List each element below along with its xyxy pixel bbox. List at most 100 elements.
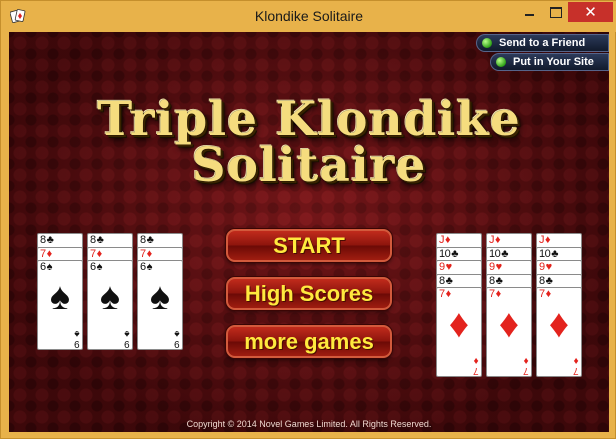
high-scores-button[interactable]: High Scores xyxy=(226,277,392,310)
playing-card[interactable]: 6♠ ♠ 9 ♠ xyxy=(37,260,83,350)
card-index: 6♠ xyxy=(90,261,103,273)
card-suit-icon: ♣ xyxy=(445,274,453,287)
card-index: 10♣ xyxy=(489,248,508,260)
card-index: J♦ xyxy=(439,234,451,246)
card-rank: 6 xyxy=(90,261,96,273)
more-games-button[interactable]: more games xyxy=(226,325,392,358)
green-dot-icon xyxy=(496,57,506,67)
card-index: 9♥ xyxy=(439,261,452,273)
card-suit-icon: ♦ xyxy=(146,247,153,260)
card-index: 7♦ xyxy=(439,288,451,300)
card-index: 7♦ xyxy=(539,288,551,300)
card-rank: 10 xyxy=(439,247,451,260)
card-rank: 7 xyxy=(90,247,96,260)
card-suit-icon: ♥ xyxy=(495,261,503,273)
card-center-suit-icon: ♠ xyxy=(99,276,121,318)
card-suit-icon: ♦ xyxy=(495,288,502,300)
card-rank: 7 xyxy=(140,247,146,260)
card-suit-icon: ♦ xyxy=(445,288,452,300)
playing-card[interactable]: 7♦ ♦ 7 ♦ xyxy=(486,287,532,377)
green-dot-icon xyxy=(482,38,492,48)
card-rank: 6 xyxy=(140,261,146,273)
card-index: 9♥ xyxy=(539,261,552,273)
card-rank: 9 xyxy=(539,261,545,273)
card-suit-icon: ♥ xyxy=(545,261,553,273)
card-center-suit-icon: ♦ xyxy=(498,302,520,346)
card-rank: J xyxy=(439,234,445,246)
card-rank: J xyxy=(489,234,495,246)
minimize-button[interactable] xyxy=(516,2,542,22)
card-index: J♦ xyxy=(489,234,501,246)
copyright-text: Copyright © 2014 Novel Games Limited. Al… xyxy=(186,419,432,429)
card-suit-icon: ♣ xyxy=(146,234,154,246)
playing-card[interactable]: 7♦ ♦ 7 ♦ xyxy=(536,287,582,377)
card-index: 6♠ xyxy=(140,261,153,273)
card-rank: 6 xyxy=(40,261,46,273)
card-index: 8♣ xyxy=(140,234,154,246)
card-suit-icon: ♣ xyxy=(46,234,54,246)
card-rank: 8 xyxy=(439,274,445,287)
maximize-button[interactable] xyxy=(542,2,568,22)
close-button[interactable]: ✕ xyxy=(568,2,613,22)
card-rank: 8 xyxy=(90,234,96,246)
card-index: 8♣ xyxy=(40,234,54,246)
card-rank: 7 xyxy=(489,288,495,300)
card-suit-icon: ♣ xyxy=(451,247,458,260)
card-rank: 7 xyxy=(40,247,46,260)
card-corner-index: 9 ♠ xyxy=(124,328,130,349)
title-bar[interactable]: Klondike Solitaire ✕ xyxy=(1,1,616,32)
card-rank: 10 xyxy=(539,247,551,260)
card-rank: 8 xyxy=(140,234,146,246)
put-in-site-label: Put in Your Site xyxy=(513,56,594,68)
send-to-friend-label: Send to a Friend xyxy=(499,37,586,49)
game-area: Send to a Friend Put in Your Site Triple… xyxy=(9,32,609,432)
card-index: J♦ xyxy=(539,234,551,246)
card-index: 7♦ xyxy=(40,248,52,260)
card-rank: 10 xyxy=(489,247,501,260)
card-center-suit-icon: ♠ xyxy=(49,276,71,318)
card-corner-index: 7 ♦ xyxy=(473,355,479,376)
card-rank: 7 xyxy=(439,288,445,300)
put-in-site-button[interactable]: Put in Your Site xyxy=(490,53,609,71)
card-corner-index: 7 ♦ xyxy=(523,355,529,376)
card-index: 6♠ xyxy=(40,261,53,273)
card-index: 9♥ xyxy=(489,261,502,273)
card-rank: 9 xyxy=(439,261,445,273)
card-index: 8♣ xyxy=(539,274,553,287)
start-button[interactable]: START xyxy=(226,229,392,262)
card-corner-index: 9 ♠ xyxy=(74,328,80,349)
card-suit-icon: ♣ xyxy=(545,274,553,287)
card-suit-icon: ♦ xyxy=(445,234,451,246)
card-corner-index: 9 ♠ xyxy=(174,328,180,349)
card-index: 8♣ xyxy=(489,274,503,287)
card-suit-icon: ♣ xyxy=(501,247,508,260)
card-suit-icon: ♦ xyxy=(545,234,551,246)
card-index: 10♣ xyxy=(539,248,558,260)
card-corner-index: 7 ♦ xyxy=(573,355,579,376)
game-window: Klondike Solitaire ✕ Send to a Friend Pu… xyxy=(0,0,616,439)
card-rank: 8 xyxy=(539,274,545,287)
card-suit-icon: ♠ xyxy=(46,261,53,273)
card-center-suit-icon: ♠ xyxy=(149,276,171,318)
playing-card[interactable]: 7♦ ♦ 7 ♦ xyxy=(436,287,482,377)
card-index: 10♣ xyxy=(439,248,458,260)
card-rank: 9 xyxy=(489,261,495,273)
card-rank: 7 xyxy=(539,288,545,300)
logo-title-line2: Solitaire xyxy=(191,138,427,193)
card-suit-icon: ♣ xyxy=(495,274,503,287)
playing-card[interactable]: 6♠ ♠ 9 ♠ xyxy=(137,260,183,350)
playing-card[interactable]: 6♠ ♠ 9 ♠ xyxy=(87,260,133,350)
card-rank: J xyxy=(539,234,545,246)
card-suit-icon: ♣ xyxy=(551,247,558,260)
card-index: 7♦ xyxy=(90,248,102,260)
card-suit-icon: ♠ xyxy=(146,261,153,273)
card-index: 7♦ xyxy=(489,288,501,300)
card-suit-icon: ♣ xyxy=(96,234,104,246)
card-suit-icon: ♦ xyxy=(46,247,53,260)
card-suit-icon: ♥ xyxy=(445,261,453,273)
card-index: 8♣ xyxy=(90,234,104,246)
card-index: 8♣ xyxy=(439,274,453,287)
send-to-friend-button[interactable]: Send to a Friend xyxy=(476,34,609,52)
card-rank: 8 xyxy=(489,274,495,287)
close-icon: ✕ xyxy=(584,3,597,21)
